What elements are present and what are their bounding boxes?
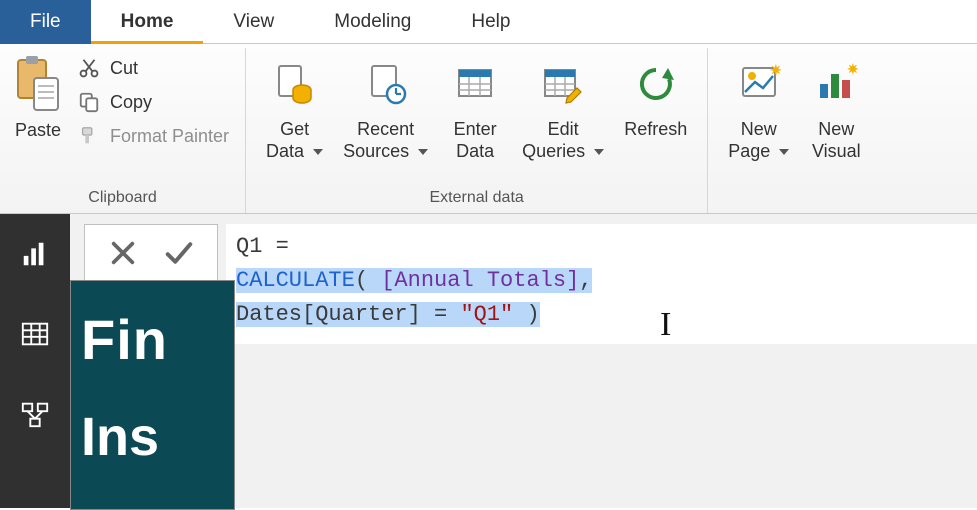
cut-icon — [76, 56, 102, 80]
insert-group-label — [720, 185, 871, 213]
new-page-label: New Page — [728, 118, 789, 162]
enter-data-icon — [453, 62, 497, 106]
formula-text: , — [579, 268, 592, 293]
recent-sources-label: Recent Sources — [343, 118, 428, 162]
formula-function: CALCULATE — [236, 268, 355, 293]
refresh-button[interactable]: Refresh — [616, 52, 695, 140]
formula-text: = — [262, 234, 288, 259]
tab-modeling[interactable]: Modeling — [304, 0, 441, 44]
report-view-button[interactable] — [15, 234, 55, 274]
ribbon-group-insert: ✷ New Page ✷ New Visual — [708, 48, 883, 213]
edit-queries-button[interactable]: Edit Queries — [514, 52, 612, 162]
tab-file[interactable]: File — [0, 0, 91, 44]
formula-text: ) — [513, 302, 539, 327]
cancel-formula-button[interactable] — [106, 236, 140, 270]
cut-label: Cut — [110, 58, 138, 79]
formula-string: "Q1" — [460, 302, 513, 327]
paste-icon — [14, 54, 62, 114]
dropdown-caret-icon — [418, 149, 428, 155]
dropdown-caret-icon — [594, 149, 604, 155]
new-page-icon: ✷ — [737, 62, 781, 106]
report-canvas-thumbnail[interactable]: Fin Ins — [70, 280, 235, 510]
get-data-icon — [273, 62, 317, 106]
refresh-label: Refresh — [624, 118, 687, 140]
enter-data-label: Enter Data — [454, 118, 497, 162]
tab-home[interactable]: Home — [91, 0, 204, 44]
format-painter-button[interactable]: Format Painter — [72, 122, 233, 150]
enter-data-button[interactable]: Enter Data — [440, 52, 510, 162]
copy-icon — [76, 90, 102, 114]
work-area: Q1 = CALCULATE( [Annual Totals], Dates[Q… — [70, 214, 977, 508]
model-view-button[interactable] — [15, 394, 55, 434]
check-icon — [164, 238, 194, 268]
thumbnail-subtitle: Ins — [71, 369, 234, 465]
data-view-button[interactable] — [15, 314, 55, 354]
copy-button[interactable]: Copy — [72, 88, 233, 116]
format-painter-icon — [76, 124, 102, 148]
svg-text:✷: ✷ — [847, 62, 858, 77]
new-visual-button[interactable]: ✷ New Visual — [801, 52, 871, 162]
formula-bar[interactable]: Q1 = CALCULATE( [Annual Totals], Dates[Q… — [226, 224, 977, 344]
ribbon-group-external-data: Get Data Recent Sources — [246, 48, 708, 213]
refresh-icon — [634, 62, 678, 106]
commit-formula-button[interactable] — [162, 236, 196, 270]
formula-text: = — [421, 302, 461, 327]
get-data-button[interactable]: Get Data — [258, 52, 331, 162]
thumbnail-title: Fin — [71, 281, 234, 369]
ribbon-group-clipboard: Paste Cut — [0, 48, 246, 213]
copy-label: Copy — [110, 92, 152, 113]
external-data-group-label: External data — [258, 185, 695, 213]
edit-queries-icon — [541, 62, 585, 106]
formula-measure-ref: [Annual Totals] — [381, 268, 579, 293]
formula-column-ref: Dates[Quarter] — [236, 302, 421, 327]
cut-button[interactable]: Cut — [72, 54, 233, 82]
new-visual-label: New Visual — [812, 118, 861, 162]
view-rail — [0, 214, 70, 508]
formula-measure-name: Q1 — [236, 234, 262, 259]
ribbon: Paste Cut — [0, 44, 977, 214]
new-visual-icon: ✷ — [814, 62, 858, 106]
format-painter-label: Format Painter — [110, 126, 229, 147]
tab-view[interactable]: View — [203, 0, 304, 44]
recent-sources-button[interactable]: Recent Sources — [335, 52, 436, 162]
report-view-icon — [20, 239, 50, 269]
new-page-button[interactable]: ✷ New Page — [720, 52, 797, 162]
close-icon — [109, 239, 137, 267]
formula-confirm-box — [84, 224, 218, 282]
recent-sources-icon — [364, 62, 408, 106]
data-view-icon — [20, 319, 50, 349]
dropdown-caret-icon — [313, 149, 323, 155]
paste-button[interactable]: Paste — [12, 52, 68, 141]
model-view-icon — [20, 399, 50, 429]
get-data-label: Get Data — [266, 118, 323, 162]
paste-label: Paste — [15, 120, 61, 141]
menu-tabbar: File Home View Modeling Help — [0, 0, 977, 44]
edit-queries-label: Edit Queries — [522, 118, 604, 162]
tab-help[interactable]: Help — [441, 0, 540, 44]
formula-text: ( — [355, 268, 381, 293]
svg-text:✷: ✷ — [770, 62, 781, 78]
clipboard-group-label: Clipboard — [12, 185, 233, 213]
dropdown-caret-icon — [779, 149, 789, 155]
